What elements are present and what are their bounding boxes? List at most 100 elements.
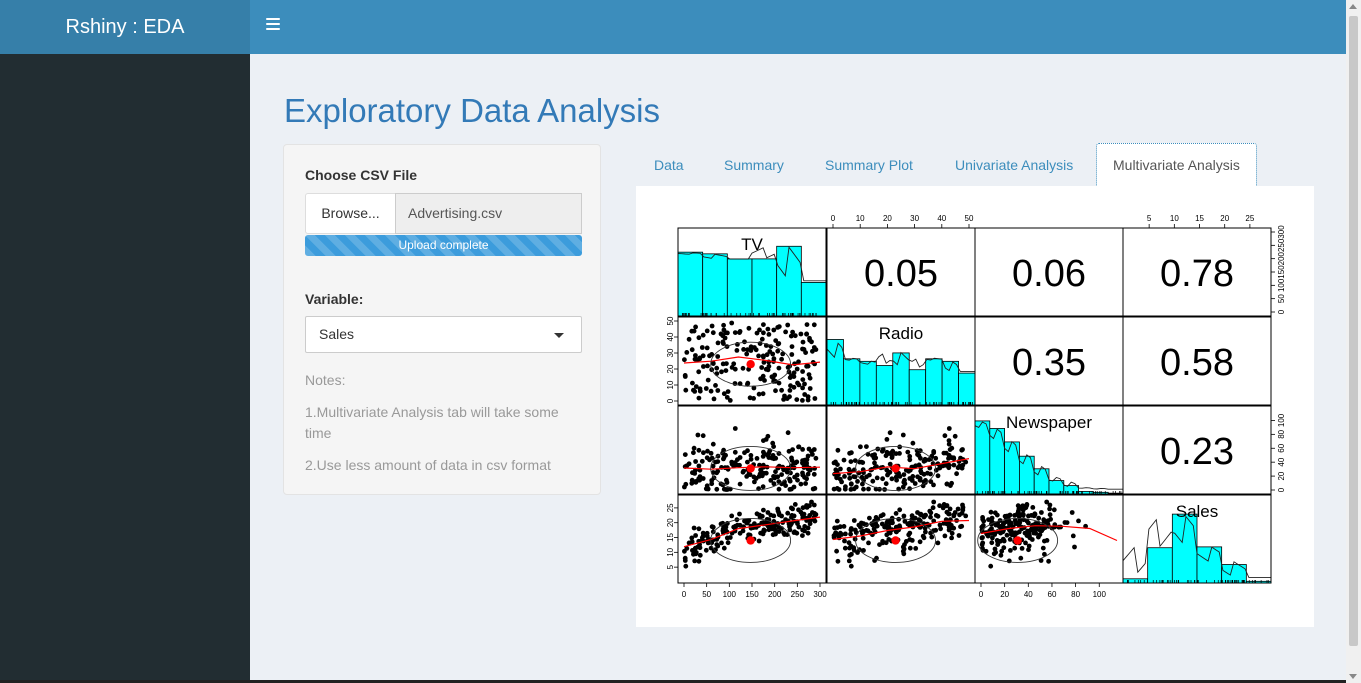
tick-label: 40 — [1024, 590, 1033, 599]
scatter-point — [696, 526, 702, 532]
tick-label: 300 — [813, 590, 827, 599]
scatter-point — [947, 447, 953, 452]
scatter-point — [846, 466, 852, 472]
scatter-point — [1021, 517, 1026, 523]
tab-data[interactable]: Data — [654, 143, 684, 187]
scatter-point — [721, 545, 727, 551]
scatter-point — [866, 540, 871, 546]
scatter-point — [729, 461, 735, 467]
scatter-point — [1048, 516, 1053, 522]
scatter-point — [761, 507, 766, 513]
app-logo[interactable]: Rshiny : EDA — [0, 0, 250, 54]
scatter-point — [907, 476, 913, 481]
scatter-point — [906, 468, 912, 474]
scatter-point — [705, 377, 711, 383]
scatter-point — [907, 545, 913, 551]
scatter-point — [695, 432, 701, 438]
scatter-point — [836, 487, 842, 492]
browse-button[interactable]: Browse... — [305, 193, 395, 234]
scroll-down-icon[interactable] — [1349, 674, 1357, 679]
scatter-point — [737, 481, 743, 487]
upload-progress-bar: Upload complete — [305, 235, 582, 256]
scatter-point — [1020, 507, 1026, 513]
scatter-point — [721, 322, 726, 328]
scatter-point — [1026, 513, 1031, 519]
scatter-point — [916, 517, 922, 523]
mean-point — [746, 464, 755, 473]
tick-label: 0 — [682, 590, 687, 599]
scatter-point — [705, 486, 711, 492]
scatter-point — [946, 523, 952, 529]
scatter-point — [900, 432, 906, 438]
scatter-point — [946, 426, 952, 431]
caret-down-icon — [554, 333, 564, 338]
mean-point — [746, 360, 755, 369]
scatter-point — [720, 361, 726, 367]
scatter-point — [1046, 558, 1051, 564]
scatter-point — [955, 506, 961, 512]
scatter-point — [776, 365, 782, 371]
tab-univariate-analysis[interactable]: Univariate Analysis — [955, 143, 1073, 187]
scatter-point — [1032, 511, 1038, 517]
scatter-point — [709, 524, 715, 530]
scatter-point — [745, 459, 750, 465]
scatter-point — [682, 357, 687, 363]
file-name-field[interactable]: Advertising.csv — [395, 193, 582, 234]
scatter-point — [775, 348, 781, 354]
scatter-point — [944, 481, 950, 487]
scatter-point — [831, 460, 837, 466]
vertical-scrollbar[interactable] — [1346, 0, 1361, 683]
scatter-point — [901, 479, 907, 485]
scatter-point — [807, 375, 813, 381]
scatter-point — [1008, 548, 1013, 553]
file-input: Browse... Advertising.csv — [305, 193, 582, 234]
scatter-point — [682, 484, 687, 490]
tick-label: 10 — [666, 380, 675, 389]
scatter-point — [699, 345, 705, 350]
scatter-point — [810, 486, 816, 492]
scrollbar-thumb[interactable] — [1349, 16, 1358, 646]
sidebar — [0, 54, 250, 683]
tick-label: 200 — [768, 590, 782, 599]
scatter-point — [787, 388, 793, 393]
scatter-point — [772, 372, 778, 378]
tab-summary[interactable]: Summary — [724, 143, 784, 187]
scatter-point — [754, 456, 760, 461]
scatter-point — [928, 471, 933, 477]
histogram-bar — [859, 360, 877, 406]
tick-label: 50 — [1277, 294, 1286, 303]
histogram-bar — [1147, 547, 1173, 584]
scatter-point — [954, 471, 959, 477]
scatter-point — [1069, 510, 1075, 515]
scatter-point — [724, 535, 730, 541]
scatter-point — [917, 539, 923, 545]
scatter-point — [740, 365, 746, 371]
scatter-point — [732, 449, 738, 455]
scatter-point — [897, 523, 902, 529]
scatter-point — [949, 535, 954, 541]
scatter-point — [714, 470, 720, 476]
scatter-point — [915, 452, 920, 457]
scatter-point — [704, 328, 710, 334]
histogram-bar — [908, 369, 927, 406]
scatter-point — [761, 322, 766, 327]
scatter-point — [718, 331, 724, 337]
tab-summary-plot[interactable]: Summary Plot — [825, 143, 913, 187]
scatter-point — [721, 456, 726, 462]
scatter-point — [796, 444, 802, 450]
hamburger-icon[interactable] — [266, 18, 280, 36]
variable-label: TV — [741, 235, 763, 254]
tick-label: 10 — [856, 214, 865, 223]
variable-select[interactable]: Sales — [305, 316, 582, 353]
scroll-up-icon[interactable] — [1349, 4, 1357, 9]
scatter-point — [693, 551, 699, 557]
scatter-point — [1070, 533, 1076, 539]
scatter-point — [1036, 534, 1041, 540]
scatter-point — [913, 546, 919, 551]
scatter-point — [943, 450, 949, 456]
tick-label: 30 — [910, 214, 919, 223]
tab-multivariate-analysis[interactable]: Multivariate Analysis — [1096, 143, 1257, 187]
scatter-point — [785, 430, 791, 436]
scatter-point — [714, 486, 720, 492]
scatter-point — [846, 471, 852, 476]
